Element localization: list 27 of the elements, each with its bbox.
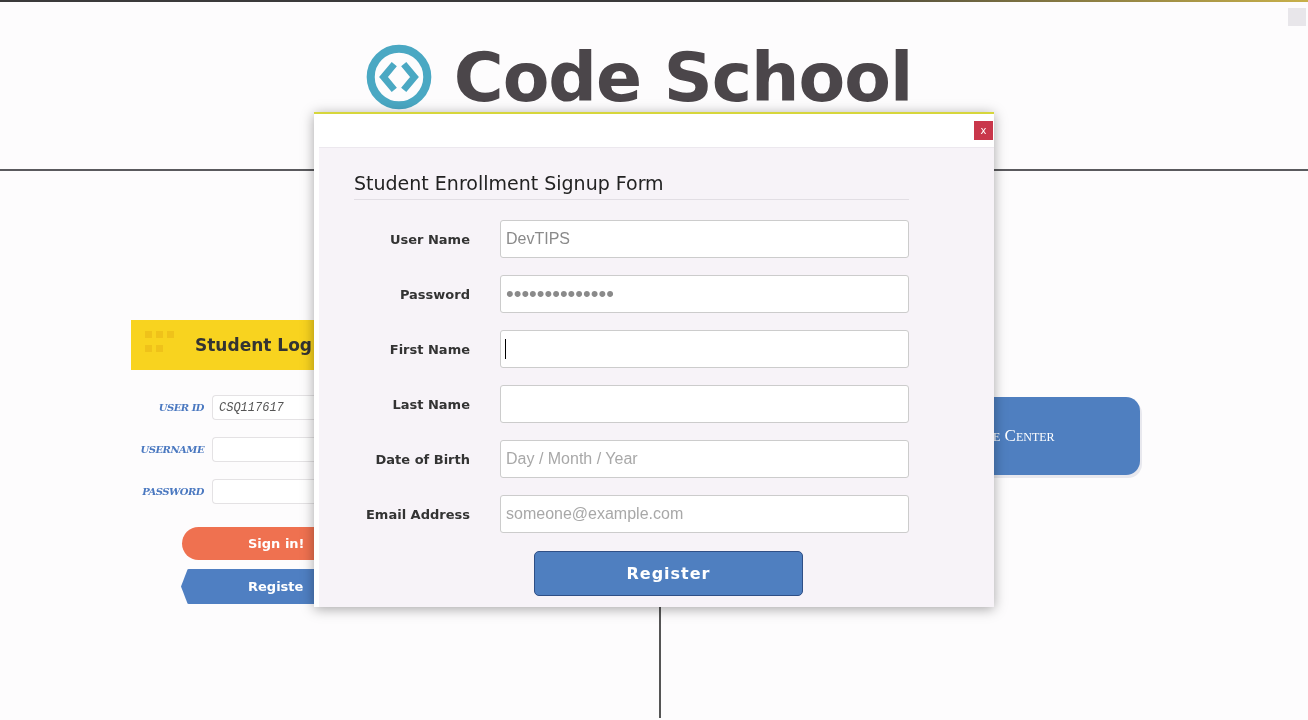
register-button[interactable]: Register <box>534 551 803 596</box>
input-field[interactable]: DevTIPS <box>500 220 909 258</box>
center-button[interactable]: e Center <box>992 397 1140 475</box>
logo-text: Code School <box>453 44 913 112</box>
field-label: Password <box>398 286 470 302</box>
input-field[interactable]: CSQ117617 <box>212 395 315 420</box>
input-field[interactable]: •••••••••••••• <box>500 275 909 313</box>
login-title: Student Log <box>195 335 312 355</box>
field-label: First Name <box>388 341 470 357</box>
field-label: USERNAME <box>139 444 204 455</box>
input-field[interactable] <box>500 385 909 423</box>
input-field[interactable] <box>212 437 315 462</box>
field-label: USER ID <box>157 402 204 413</box>
input-field[interactable] <box>500 330 909 368</box>
register-button[interactable]: Registe <box>181 569 315 604</box>
close-button[interactable]: x <box>974 121 993 140</box>
sign-in-button[interactable]: Sign in! <box>182 527 315 560</box>
field-label: PASSWORD <box>141 486 204 497</box>
input-field[interactable]: someone@example.com <box>500 495 909 533</box>
field-label: Email Address <box>365 506 470 522</box>
field-label: Date of Birth <box>374 451 470 467</box>
form-title: Student Enrollment Signup Form <box>354 172 909 200</box>
field-label: User Name <box>388 231 470 247</box>
input-field[interactable]: Day / Month / Year <box>500 440 909 478</box>
field-label: Last Name <box>391 396 470 412</box>
logo-icon <box>365 44 432 110</box>
input-field[interactable] <box>212 479 315 504</box>
